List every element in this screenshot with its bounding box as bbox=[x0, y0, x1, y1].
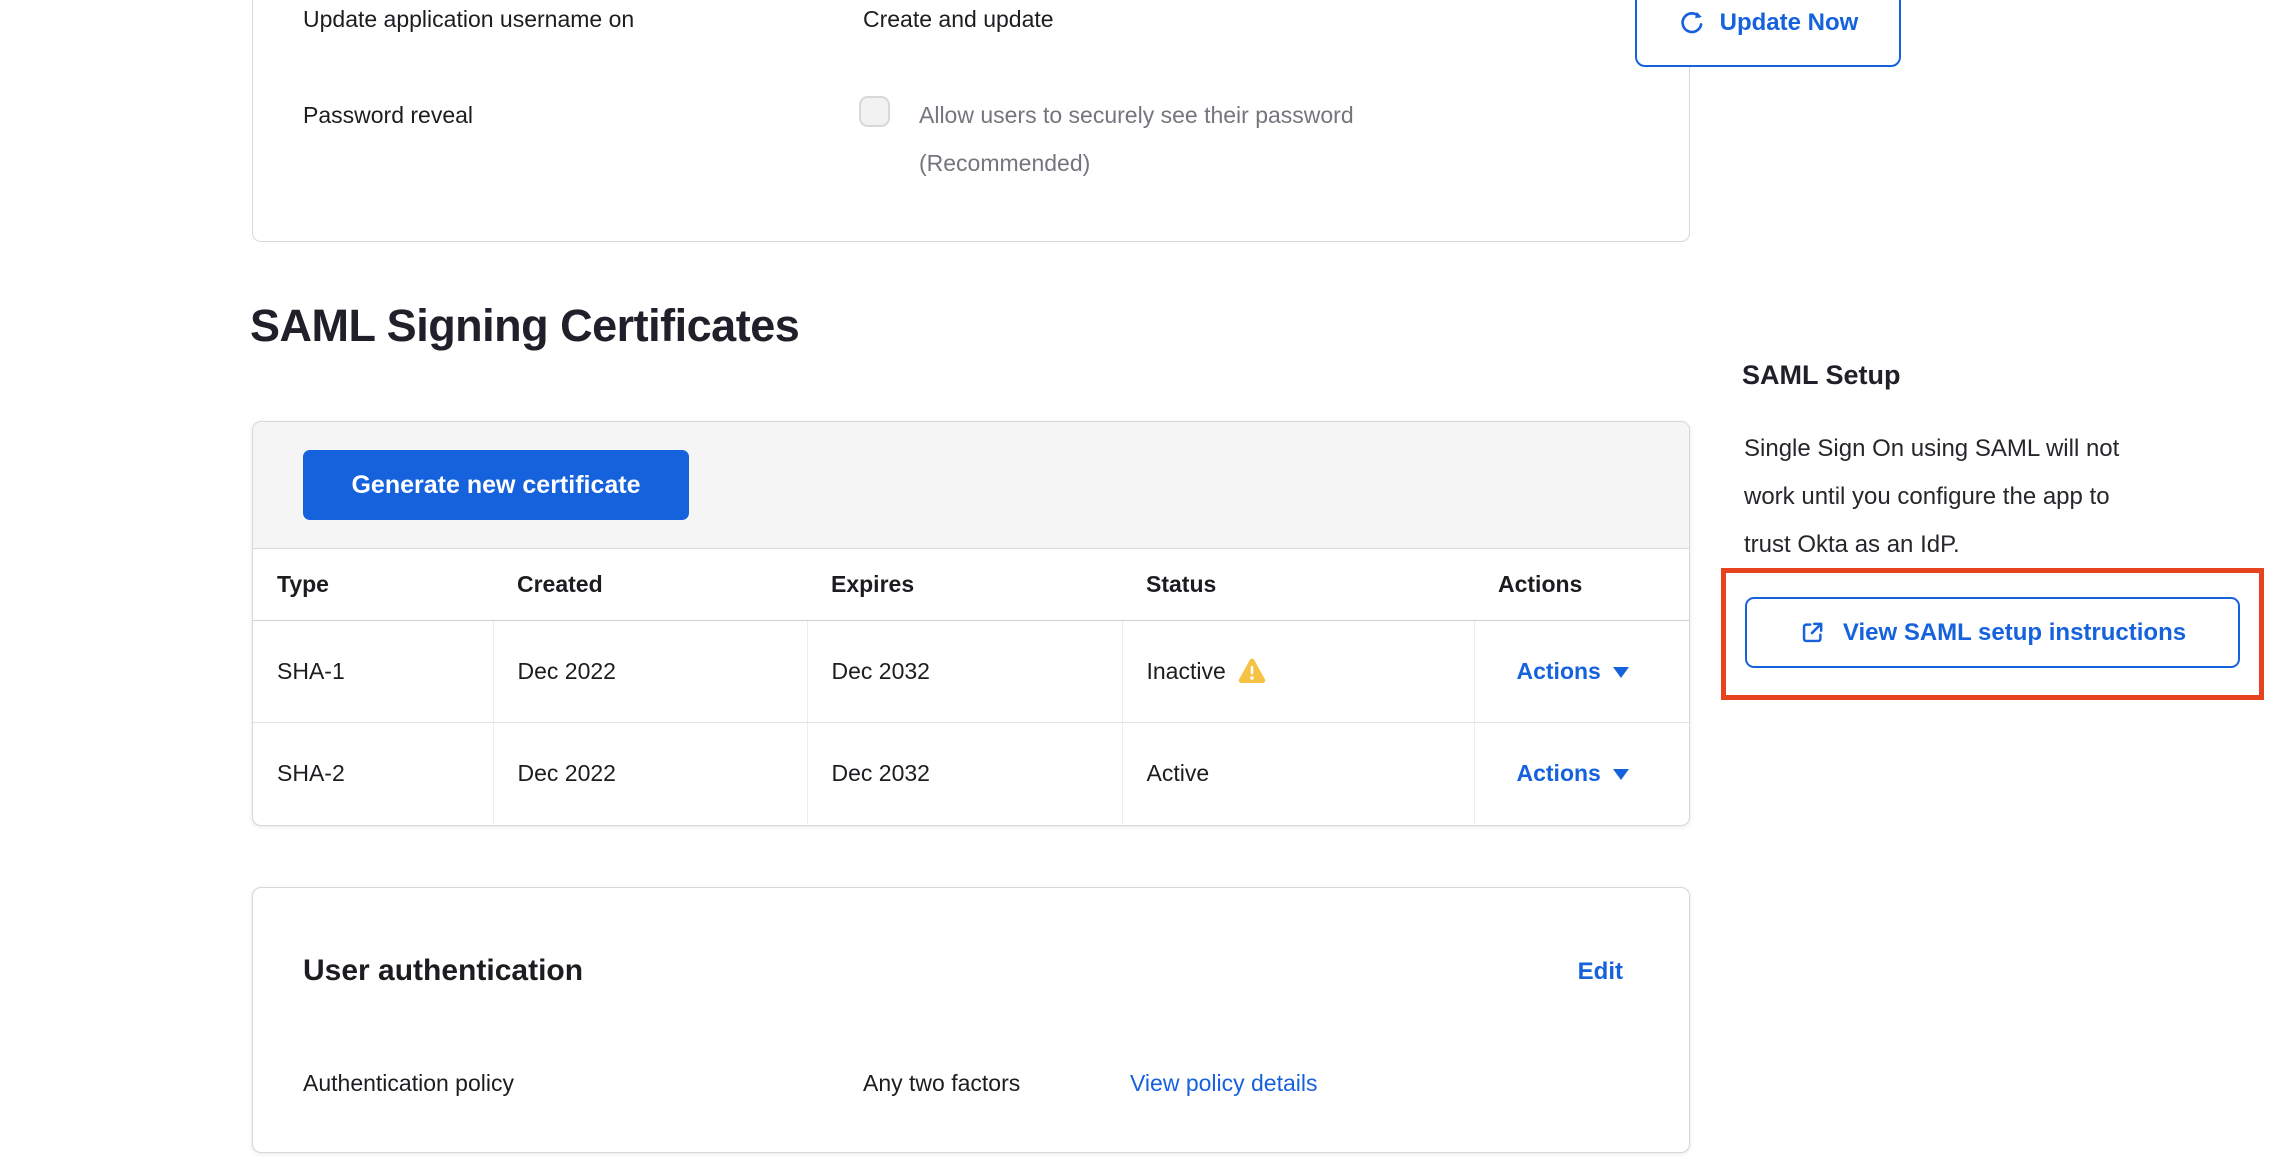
cert-status-cell: Active bbox=[1122, 722, 1474, 824]
actions-label: Actions bbox=[1517, 658, 1601, 685]
cert-status-cell: Inactive bbox=[1122, 620, 1474, 722]
cert-created-cell: Dec 2022 bbox=[493, 722, 807, 824]
cert-actions-cell: Actions bbox=[1474, 620, 1689, 722]
column-header-created: Created bbox=[493, 549, 807, 620]
view-policy-details-link[interactable]: View policy details bbox=[1130, 1070, 1318, 1097]
caret-down-icon bbox=[1613, 667, 1629, 678]
table-header-row: Type Created Expires Status Actions bbox=[253, 549, 1689, 620]
column-header-expires: Expires bbox=[807, 549, 1122, 620]
generate-certificate-button[interactable]: Generate new certificate bbox=[303, 450, 689, 520]
password-reveal-label: Password reveal bbox=[303, 99, 473, 131]
refresh-icon bbox=[1678, 9, 1706, 37]
saml-setup-title: SAML Setup bbox=[1742, 360, 1901, 391]
page-title: SAML Signing Certificates bbox=[250, 300, 799, 352]
cert-type-cell: SHA-2 bbox=[253, 722, 493, 824]
username-update-label: Update application username on bbox=[303, 3, 634, 35]
certificates-toolbar: Generate new certificate bbox=[253, 422, 1689, 549]
user-auth-title: User authentication bbox=[303, 954, 583, 988]
actions-dropdown[interactable]: Actions bbox=[1499, 658, 1629, 685]
update-now-label: Update Now bbox=[1720, 9, 1859, 37]
password-reveal-checkbox-label: Allow users to securely see their passwo… bbox=[919, 99, 1354, 131]
table-row: SHA-1 Dec 2022 Dec 2032 Inactive bbox=[253, 620, 1689, 722]
status-text: Active bbox=[1147, 760, 1210, 787]
certificates-table: Type Created Expires Status Actions SHA-… bbox=[253, 549, 1689, 824]
password-reveal-recommended-note: (Recommended) bbox=[919, 147, 1090, 179]
user-authentication-card: User authentication Edit Authentication … bbox=[252, 887, 1690, 1153]
app-settings-card: Update application username on Create an… bbox=[252, 0, 1690, 242]
cert-expires-cell: Dec 2032 bbox=[807, 722, 1122, 824]
view-saml-instructions-button[interactable]: View SAML setup instructions bbox=[1745, 597, 2240, 668]
username-update-value: Create and update bbox=[863, 3, 1054, 35]
certificates-card: Generate new certificate Type Created Ex… bbox=[252, 421, 1690, 826]
update-now-button[interactable]: Update Now bbox=[1635, 0, 1901, 67]
actions-label: Actions bbox=[1517, 760, 1601, 787]
auth-policy-value: Any two factors bbox=[863, 1070, 1020, 1097]
warning-icon bbox=[1238, 658, 1266, 684]
cert-actions-cell: Actions bbox=[1474, 722, 1689, 824]
okta-app-settings-page: Update application username on Create an… bbox=[0, 0, 2279, 1158]
column-header-type: Type bbox=[253, 549, 493, 620]
column-header-status: Status bbox=[1122, 549, 1474, 620]
view-saml-instructions-label: View SAML setup instructions bbox=[1843, 619, 2186, 647]
password-reveal-checkbox[interactable] bbox=[859, 96, 890, 127]
saml-setup-description: Single Sign On using SAML will not work … bbox=[1744, 425, 2119, 569]
caret-down-icon bbox=[1613, 769, 1629, 780]
actions-dropdown[interactable]: Actions bbox=[1499, 760, 1629, 787]
auth-policy-label: Authentication policy bbox=[303, 1070, 514, 1097]
cert-created-cell: Dec 2022 bbox=[493, 620, 807, 722]
column-header-actions: Actions bbox=[1474, 549, 1689, 620]
status-text: Inactive bbox=[1147, 658, 1226, 685]
table-row: SHA-2 Dec 2022 Dec 2032 Active Actions bbox=[253, 722, 1689, 824]
cert-type-cell: SHA-1 bbox=[253, 620, 493, 722]
edit-link[interactable]: Edit bbox=[1578, 958, 1623, 986]
cert-expires-cell: Dec 2032 bbox=[807, 620, 1122, 722]
external-link-icon bbox=[1799, 619, 1826, 646]
